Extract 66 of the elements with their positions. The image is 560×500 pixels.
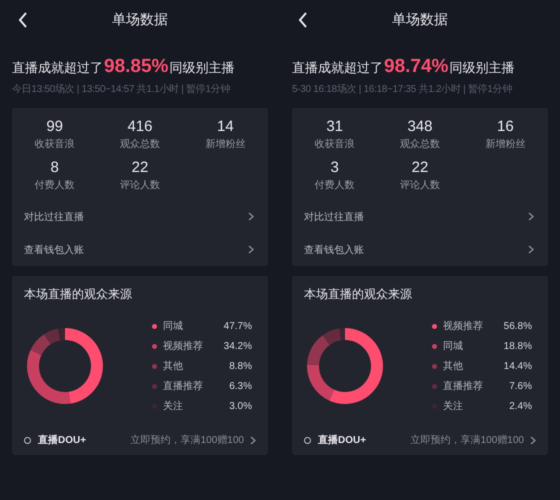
chevron-icon [248, 212, 254, 221]
legend-value: 2.4% [509, 400, 532, 412]
stat-value: 14 [216, 118, 234, 135]
stat-label: 收获音浪 [314, 138, 355, 151]
page-title: 单场数据 [112, 11, 168, 29]
stat-value: 348 [407, 118, 432, 135]
stat-value: 416 [127, 118, 152, 135]
link-row[interactable]: 查看钱包入账 [292, 233, 548, 266]
legend-label: 其他 [443, 360, 464, 373]
chevron-icon [528, 212, 534, 221]
legend-value: 47.7% [224, 320, 252, 332]
session-info: 今日13:50场次 | 13:50~14:57 共1.1小时 | 暂停1分钟 [12, 82, 232, 96]
stat-label: 评论人数 [400, 179, 440, 192]
ranking-text: 直播成就超过了 98.74%同级别主播 [292, 56, 516, 78]
legend-label: 同城 [443, 340, 464, 353]
promo-link[interactable]: 立即预约，享满100赠100 [410, 433, 524, 447]
legend-label: 其他 [163, 360, 184, 373]
stat-label: 新增粉丝 [485, 138, 526, 151]
legend-value: 6.3% [229, 380, 252, 392]
chevron-icon [250, 436, 256, 444]
legend-value: 18.8% [504, 340, 532, 352]
stat-value: 99 [46, 118, 63, 135]
stat-value: 31 [326, 118, 343, 135]
stat-label: 付费人数 [34, 178, 75, 192]
chevron-icon [528, 245, 534, 254]
stat-label: 观众总数 [120, 138, 160, 151]
legend-value: 14.4% [504, 360, 532, 372]
promo-label: 直播DOU+ [38, 434, 88, 447]
legend-label: 同城 [163, 320, 184, 333]
stat-value: 16 [496, 118, 514, 135]
legend-value: 8.8% [229, 360, 252, 372]
promo-link[interactable]: 立即预约，享满100赠100 [130, 433, 244, 447]
legend-label: 直播推荐 [443, 380, 484, 393]
legend-label: 视频推荐 [163, 340, 204, 353]
stat-label: 评论人数 [120, 179, 160, 192]
stat-value: 22 [412, 159, 428, 176]
stat-label: 观众总数 [400, 138, 440, 151]
back-icon[interactable] [18, 12, 28, 28]
stat-label: 新增粉丝 [205, 138, 246, 151]
ranking-text: 直播成就超过了 98.85%同级别主播 [12, 56, 236, 78]
legend-value: 56.8% [504, 320, 532, 332]
legend-value: 3.0% [229, 400, 252, 412]
card-title: 本场直播的观众来源 [24, 286, 133, 303]
stat-value: 22 [132, 159, 148, 176]
legend-value: 34.2% [224, 340, 252, 352]
link-row[interactable]: 查看钱包入账 [12, 233, 268, 266]
stat-label: 收获音浪 [34, 138, 75, 151]
legend-value: 7.6% [509, 380, 532, 392]
circle-icon [304, 436, 311, 444]
back-icon[interactable] [298, 12, 308, 28]
stat-label: 付费人数 [314, 178, 355, 192]
circle-icon [24, 436, 31, 444]
promo-label: 直播DOU+ [318, 434, 368, 447]
card-title: 本场直播的观众来源 [304, 286, 413, 303]
legend-label: 关注 [163, 400, 184, 413]
stat-value: 3 [330, 159, 339, 176]
legend-label: 关注 [443, 400, 464, 413]
legend-label: 直播推荐 [163, 380, 204, 393]
link-row[interactable]: 对比过往直播 [12, 200, 268, 233]
stat-value: 8 [50, 159, 59, 176]
session-info: 5-30 16:18场次 | 16:18~17:35 共1.2小时 | 暂停1分钟 [292, 82, 513, 96]
link-row[interactable]: 对比过往直播 [292, 200, 548, 233]
legend-label: 视频推荐 [443, 320, 484, 333]
page-title: 单场数据 [392, 11, 448, 29]
chevron-icon [248, 245, 254, 254]
chevron-icon [530, 436, 536, 444]
